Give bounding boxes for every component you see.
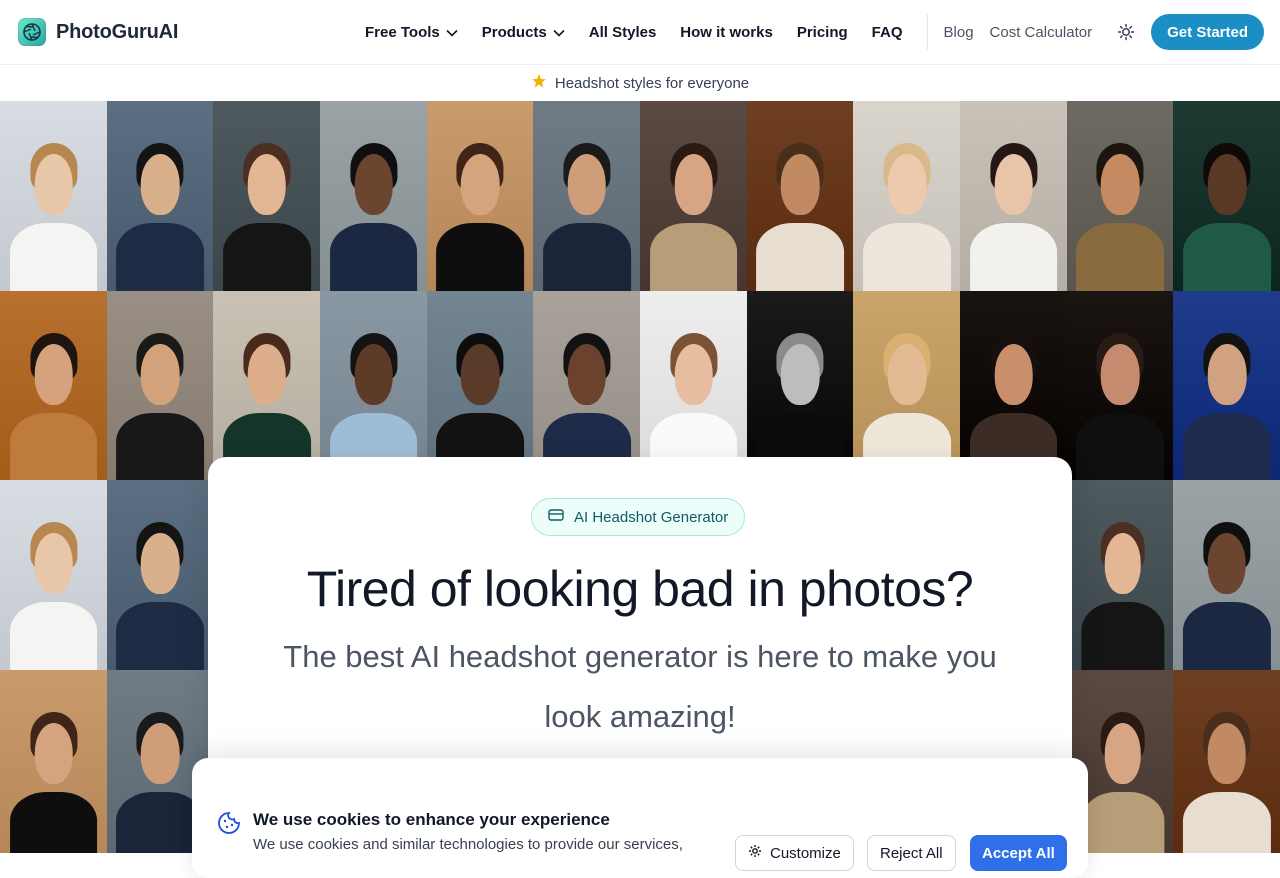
headshot-photo: [320, 101, 428, 291]
headshot-photo: [1173, 291, 1280, 481]
nav-all-styles-label: All Styles: [588, 23, 657, 41]
cookie-banner: We use cookies to enhance your experienc…: [192, 758, 1088, 878]
headshot-photo: [746, 291, 854, 481]
headshot-photo: [746, 101, 854, 291]
announcement-bar: Headshot styles for everyone: [0, 65, 1280, 101]
nav-all-styles[interactable]: All Styles: [589, 24, 657, 41]
headshot-photo: [960, 291, 1068, 481]
badge-label: AI Headshot Generator: [574, 508, 729, 526]
reject-all-button[interactable]: Reject All: [867, 835, 956, 871]
cookie-title: We use cookies to enhance your experienc…: [253, 810, 610, 829]
headshot-photo: [640, 101, 748, 291]
nav-cost-calculator[interactable]: Cost Calculator: [990, 24, 1093, 41]
nav-products-label: Products: [481, 23, 547, 41]
accept-all-button[interactable]: Accept All: [970, 835, 1067, 871]
headshot-photo: [640, 291, 748, 481]
aperture-icon: [18, 18, 46, 46]
headshot-photo: [1173, 101, 1280, 291]
headshot-photo: [1173, 670, 1280, 853]
brand-name: PhotoGuruAI: [56, 20, 179, 43]
cookie-description: We use cookies and similar technologies …: [253, 836, 683, 853]
star-icon: [531, 73, 547, 93]
headshot-photo: [533, 101, 641, 291]
headshot-photo: [1072, 480, 1174, 670]
card-icon: [548, 508, 564, 526]
chevron-down-icon: [446, 24, 458, 41]
nav-products[interactable]: Products: [482, 24, 565, 41]
headshot-photo: [0, 670, 108, 853]
headshot-photo: [213, 101, 321, 291]
gear-icon: [748, 844, 762, 862]
headshot-photo: [1066, 291, 1174, 481]
headshot-photo: [533, 291, 641, 481]
nav-blog[interactable]: Blog: [944, 24, 974, 41]
headshot-photo: [106, 101, 214, 291]
headshot-photo: [0, 480, 108, 670]
headshot-photo: [106, 480, 214, 670]
headshot-photo: [426, 101, 534, 291]
nav-how-it-works-label: How it works: [680, 23, 773, 41]
hero-subtitle: The best AI headshot generator is here t…: [283, 639, 997, 734]
nav-free-tools-label: Free Tools: [365, 23, 440, 41]
get-started-button[interactable]: Get Started: [1151, 14, 1264, 50]
headshot-photo: [853, 291, 961, 481]
headshot-photo: [213, 291, 321, 481]
nav-how-it-works[interactable]: How it works: [680, 24, 773, 41]
cookie-icon: [217, 811, 241, 835]
headshot-photo: [1173, 480, 1280, 670]
ai-headshot-badge[interactable]: AI Headshot Generator: [531, 498, 746, 536]
nav-pricing-label: Pricing: [796, 23, 848, 41]
sun-icon[interactable]: [1116, 22, 1136, 42]
nav-pricing[interactable]: Pricing: [797, 24, 848, 41]
customize-button[interactable]: Customize: [735, 835, 854, 871]
main-nav: Free Tools Products All Styles How it wo…: [365, 0, 1136, 64]
headshot-photo: [0, 101, 108, 291]
headshot-photo: [106, 291, 214, 481]
headshot-photo: [426, 291, 534, 481]
headshot-photo: [320, 291, 428, 481]
top-navbar: PhotoGuruAI Free Tools Products All Styl…: [0, 0, 1280, 65]
headshot-photo: [960, 101, 1068, 291]
headshot-photo: [1066, 101, 1174, 291]
nav-free-tools[interactable]: Free Tools: [365, 24, 458, 41]
hero-title: Tired of looking bad in photos?: [306, 561, 974, 617]
customize-label: Customize: [770, 844, 841, 862]
nav-faq-label: FAQ: [871, 23, 903, 41]
chevron-down-icon: [553, 24, 565, 41]
brand-logo[interactable]: PhotoGuruAI: [18, 18, 178, 46]
nav-faq[interactable]: FAQ: [872, 24, 903, 41]
headshot-photo: [0, 291, 108, 481]
announcement-text: Headshot styles for everyone: [554, 74, 750, 92]
nav-divider: [926, 14, 928, 50]
headshot-photo: [853, 101, 961, 291]
